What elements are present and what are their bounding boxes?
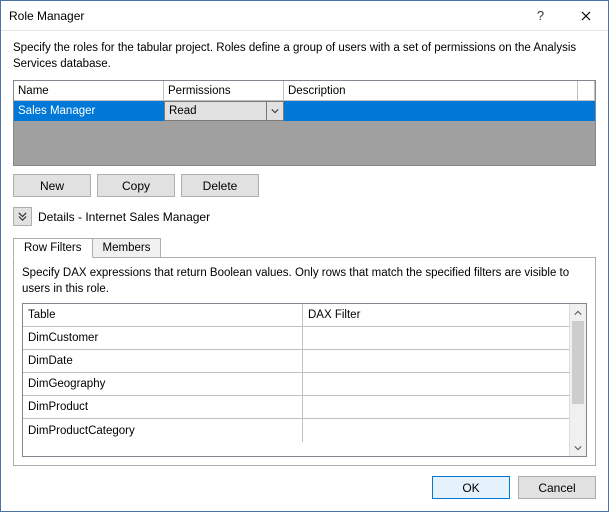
tabs: Row Filters Members (13, 238, 596, 258)
filter-table-cell: DimDate (23, 350, 303, 372)
filter-row[interactable]: DimProduct (23, 396, 569, 419)
filter-dax-cell[interactable] (303, 396, 569, 418)
filter-dax-cell[interactable] (303, 373, 569, 395)
chevron-down-icon (574, 444, 582, 452)
details-header: Details - Internet Sales Manager (13, 207, 596, 226)
col-header-permissions[interactable]: Permissions (164, 81, 284, 100)
titlebar: Role Manager ? (1, 1, 608, 31)
filter-row[interactable]: DimGeography (23, 373, 569, 396)
window-title: Role Manager (9, 9, 518, 23)
dialog-instruction: Specify the roles for the tabular projec… (13, 41, 596, 72)
filter-row[interactable]: DimDate (23, 350, 569, 373)
filter-table-cell: DimProduct (23, 396, 303, 418)
tab-members[interactable]: Members (93, 238, 162, 258)
scroll-up-button[interactable] (570, 304, 586, 321)
details-label: Details - Internet Sales Manager (38, 210, 210, 224)
role-buttons: New Copy Delete (13, 174, 596, 197)
col-header-name[interactable]: Name (14, 81, 164, 100)
filter-table-cell: DimGeography (23, 373, 303, 395)
filter-dax-cell[interactable] (303, 419, 569, 442)
row-filters-instruction: Specify DAX expressions that return Bool… (22, 266, 587, 297)
roles-grid[interactable]: Name Permissions Description Sales Manag… (13, 80, 596, 166)
tab-row-filters[interactable]: Row Filters (13, 238, 93, 258)
vertical-scrollbar[interactable] (569, 304, 586, 456)
col-header-description[interactable]: Description (284, 81, 577, 100)
scroll-thumb[interactable] (572, 321, 584, 404)
chevron-down-icon (266, 102, 279, 120)
scroll-track[interactable] (570, 321, 586, 439)
filter-grid[interactable]: Table DAX Filter DimCustomer DimDate Dim… (22, 303, 587, 457)
delete-button[interactable]: Delete (181, 174, 259, 197)
filter-table-cell: DimProductCategory (23, 419, 303, 442)
col-header-table[interactable]: Table (23, 304, 303, 326)
dialog-footer: OK Cancel (1, 466, 608, 511)
permission-dropdown[interactable]: Read (164, 101, 284, 121)
permission-value: Read (169, 105, 197, 117)
filter-grid-header: Table DAX Filter (23, 304, 569, 327)
filter-dax-cell[interactable] (303, 327, 569, 349)
filter-dax-cell[interactable] (303, 350, 569, 372)
filter-row[interactable]: DimCustomer (23, 327, 569, 350)
role-manager-dialog: Role Manager ? Specify the roles for the… (0, 0, 609, 512)
col-header-dax[interactable]: DAX Filter (303, 304, 569, 326)
tab-body-row-filters: Specify DAX expressions that return Bool… (13, 257, 596, 466)
help-button[interactable]: ? (518, 1, 563, 30)
filter-row[interactable]: DimProductCategory (23, 419, 569, 442)
filter-table-cell: DimCustomer (23, 327, 303, 349)
close-button[interactable] (563, 1, 608, 30)
role-name-cell[interactable]: Sales Manager (14, 101, 164, 121)
col-header-spacer (577, 81, 595, 100)
details-toggle-button[interactable] (13, 207, 32, 226)
new-button[interactable]: New (13, 174, 91, 197)
chevron-up-icon (574, 309, 582, 317)
role-description-cell[interactable] (284, 101, 595, 121)
copy-button[interactable]: Copy (97, 174, 175, 197)
ok-button[interactable]: OK (432, 476, 510, 499)
double-chevron-down-icon (17, 211, 28, 222)
cancel-button[interactable]: Cancel (518, 476, 596, 499)
scroll-down-button[interactable] (570, 439, 586, 456)
roles-grid-row[interactable]: Sales Manager Read (14, 101, 595, 121)
close-icon (581, 11, 591, 21)
roles-grid-header: Name Permissions Description (14, 81, 595, 101)
